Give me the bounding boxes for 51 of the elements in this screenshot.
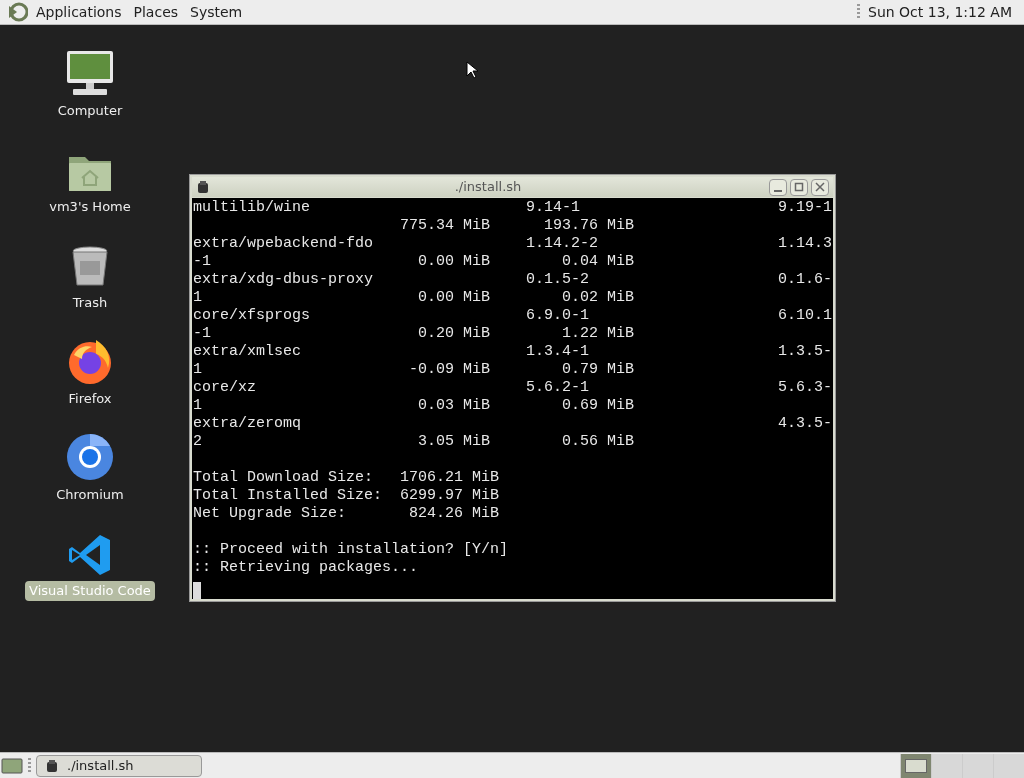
taskbar-window-button[interactable]: ./install.sh (36, 754, 202, 777)
text-cursor (193, 582, 201, 599)
minimize-icon (774, 190, 782, 192)
clock[interactable]: Sun Oct 13, 1:12 AM (868, 1, 1012, 23)
terminal-line: core/xfsprogs 6.9.0-1 6.10.1 (193, 307, 833, 325)
window-thumbnail-icon (905, 758, 927, 773)
terminal-line: Total Installed Size: 6299.97 MiB (193, 487, 500, 505)
terminal-line: extra/xdg-dbus-proxy 0.1.5-2 0.1.6- (193, 271, 833, 289)
minimize-button[interactable] (769, 178, 787, 196)
terminal-line: multilib/wine 9.14-1 9.19-1 (193, 199, 833, 217)
desktop-icon-label[interactable]: Trash (68, 293, 112, 313)
workspace-button[interactable] (900, 753, 931, 778)
terminal-line: -1 0.00 MiB 0.04 MiB (193, 253, 635, 271)
terminal-line: extra/wpebackend-fdo 1.14.2-2 1.14.3 (193, 235, 833, 253)
terminal-line: extra/zeromq 4.3.5- (193, 415, 833, 433)
terminal-line: :: Retrieving packages... (193, 559, 419, 577)
mouse-pointer-icon (466, 61, 478, 79)
terminal-line: :: Proceed with installation? [Y/n] (193, 541, 509, 559)
terminal-line: 1 0.03 MiB 0.69 MiB (193, 397, 635, 415)
chromium-icon (66, 433, 114, 481)
panel-menu[interactable]: System (186, 1, 247, 23)
terminal-line: 2 3.05 MiB 0.56 MiB (193, 433, 635, 451)
trash-icon (70, 245, 110, 289)
firefox-icon (66, 337, 114, 385)
terminal-line: extra/xmlsec 1.3.4-1 1.3.5- (193, 343, 833, 361)
terminal-line: core/xz 5.6.2-1 5.6.3- (193, 379, 833, 397)
computer-icon (65, 49, 115, 97)
code-editor-icon (68, 533, 112, 577)
distro-logo-icon[interactable] (8, 2, 28, 22)
close-icon (815, 182, 825, 192)
desktop-icon-label[interactable]: vm3's Home (45, 197, 135, 217)
panel-handle-icon (28, 757, 31, 774)
close-button[interactable] (811, 178, 829, 196)
terminal-line: 1 -0.09 MiB 0.79 MiB (193, 361, 635, 379)
desktop-icon-label[interactable]: Chromium (52, 485, 128, 505)
terminal-line: 1 0.00 MiB 0.02 MiB (193, 289, 635, 307)
terminal-app-icon (196, 180, 210, 194)
terminal-line: -1 0.20 MiB 1.22 MiB (193, 325, 635, 343)
desktop-icon-label[interactable]: Computer (53, 101, 127, 121)
window-title: ./install.sh (453, 178, 523, 197)
terminal-line: Net Upgrade Size: 824.26 MiB (193, 505, 500, 523)
panel-menu[interactable]: Applications (32, 1, 126, 23)
panel-menu[interactable]: Places (129, 1, 183, 23)
terminal-line: 775.34 MiB 193.76 MiB (399, 217, 635, 235)
maximize-button[interactable] (790, 178, 808, 196)
desktop-icon-label[interactable]: Firefox (64, 389, 116, 409)
terminal-line: Total Download Size: 1706.21 MiB (193, 469, 500, 487)
maximize-icon (794, 182, 804, 192)
show-desktop-icon[interactable] (1, 756, 23, 775)
panel-handle-icon (857, 4, 860, 20)
terminal-app-icon (45, 758, 59, 773)
